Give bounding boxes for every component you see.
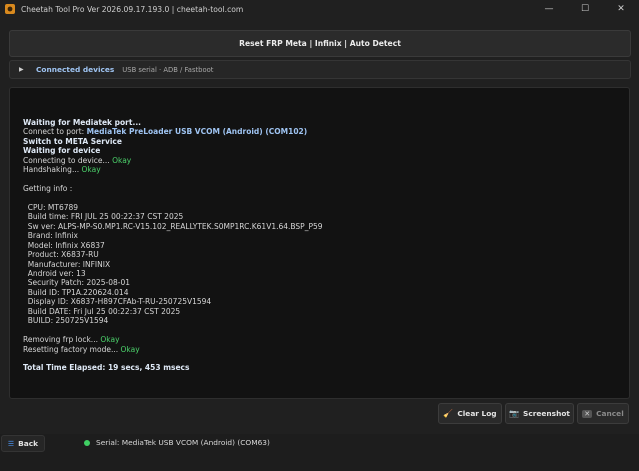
log-text: Android ver: 13 (23, 269, 86, 278)
log-line: Sw ver: ALPS-MP-S0.MP1.RC-V15.102_REALLY… (23, 222, 323, 231)
log-line: Build time: FRI JUL 25 00:22:37 CST 2025 (23, 212, 323, 221)
broom-icon: 🧹 (443, 409, 454, 418)
log-text: Sw ver: ALPS-MP-S0.MP1.RC-V15.102_REALLY… (23, 221, 323, 231)
clear-log-button[interactable]: 🧹 Clear Log (438, 403, 502, 424)
log-text: BUILD: 250725V1594 (23, 316, 109, 326)
log-line: Display ID: X6837-H897CFAb-T-RU-250725V1… (23, 297, 323, 306)
log-text: Product: X6837-RU (23, 250, 99, 260)
back-button[interactable]: ☰ Back (1, 435, 45, 452)
camera-icon: 📷 (509, 409, 520, 418)
log-status-okay: Okay (120, 344, 140, 354)
back-label: Back (18, 439, 39, 448)
close-button[interactable]: ✕ (603, 0, 639, 18)
status-text: Serial: MediaTek USB VCOM (Android) (COM… (96, 438, 270, 447)
log-output[interactable]: Waiting for Mediatek port... Connect to p… (9, 87, 630, 399)
screenshot-label: Screenshot (523, 409, 570, 418)
log-text: Connect to port: (23, 127, 87, 137)
log-status-okay: Okay (112, 155, 132, 165)
log-line: Switch to META Service (23, 137, 323, 146)
log-text: Security Patch: 2025-08-01 (23, 278, 131, 288)
log-line: Build DATE: Fri Jul 25 00:22:37 CST 2025 (23, 307, 323, 316)
log-line: Waiting for Mediatek port... (23, 118, 323, 127)
log-line: Model: Infinix X6837 (23, 241, 323, 250)
chevron-right-icon[interactable]: ▶ (19, 66, 27, 73)
title-bar: Cheetah Tool Pro Ver 2026.09.17.193.0 | … (0, 0, 639, 18)
log-text: Build time: FRI JUL 25 00:22:37 CST 2025 (23, 212, 184, 222)
log-text: Waiting for Mediatek port... (23, 118, 142, 127)
log-text: Brand: Infinix (23, 231, 78, 241)
log-text: Build DATE: Fri Jul 25 00:22:37 CST 2025 (23, 306, 181, 316)
log-status-okay: Okay (81, 165, 101, 175)
log-line: Android ver: 13 (23, 269, 323, 278)
clear-log-label: Clear Log (457, 409, 497, 418)
log-text: MediaTek PreLoader USB VCOM (Android) (C… (86, 127, 308, 137)
operation-title: Reset FRP Meta | Infinix | Auto Detect (239, 39, 401, 48)
log-line: Getting info : (23, 184, 323, 193)
log-line: CPU: MT6789 (23, 203, 323, 212)
log-line: Waiting for device (23, 146, 323, 155)
window-title: Cheetah Tool Pro Ver 2026.09.17.193.0 | … (21, 4, 244, 14)
log-line: Connect to port: MediaTek PreLoader USB … (23, 127, 323, 136)
screenshot-button[interactable]: 📷 Screenshot (505, 403, 574, 424)
log-line: Resetting factory mode... Okay (23, 345, 323, 354)
connection-status: Serial: MediaTek USB VCOM (Android) (COM… (84, 438, 270, 447)
log-text: Handshaking... (23, 165, 82, 175)
log-line: BUILD: 250725V1594 (23, 316, 323, 325)
log-text: Total Time Elapsed: 19 secs, 453 msecs (23, 363, 190, 373)
menu-icon: ☰ (7, 439, 15, 448)
status-dot-icon (84, 439, 90, 446)
log-text: Removing frp lock... (23, 335, 101, 345)
log-text: Build ID: TP1A.220624.014 (23, 287, 129, 297)
log-line: Connecting to device... Okay (23, 156, 323, 165)
connected-devices-panel[interactable]: ▶ Connected devices USB serial · ADB / F… (9, 60, 631, 79)
log-line: Manufacturer: INFINIX (23, 260, 323, 269)
log-text: Switch to META Service (23, 136, 122, 146)
log-line: Brand: Infinix (23, 231, 323, 240)
log-text: Display ID: X6837-H897CFAb-T-RU-250725V1… (23, 297, 212, 307)
log-text: Resetting factory mode... (23, 344, 121, 354)
close-box-icon: ✕ (582, 409, 593, 418)
log-text: CPU: MT6789 (23, 202, 79, 212)
cancel-button[interactable]: ✕ Cancel (577, 403, 629, 424)
log-line: Product: X6837-RU (23, 250, 323, 259)
connection-modes: USB serial · ADB / Fastboot (122, 65, 214, 74)
log-line: Security Patch: 2025-08-01 (23, 278, 323, 287)
log-text: Connecting to device... (23, 155, 113, 165)
cancel-label: Cancel (596, 409, 624, 418)
connected-devices-label: Connected devices (36, 65, 115, 74)
log-line: Removing frp lock... Okay (23, 335, 323, 344)
log-status-okay: Okay (100, 335, 120, 345)
log-text: Model: Infinix X6837 (23, 240, 105, 250)
log-line: Build ID: TP1A.220624.014 (23, 288, 323, 297)
minimize-button[interactable]: — (531, 0, 567, 18)
app-logo-icon (5, 4, 15, 14)
maximize-button[interactable]: ☐ (567, 0, 603, 18)
log-text: Getting info : (23, 184, 73, 194)
log-text: Manufacturer: INFINIX (23, 259, 111, 269)
log-lines: Waiting for Mediatek port... Connect to p… (23, 118, 323, 373)
log-text: Waiting for device (23, 146, 101, 156)
operation-header: Reset FRP Meta | Infinix | Auto Detect (9, 30, 631, 57)
log-line: Handshaking... Okay (23, 165, 323, 174)
log-line: Total Time Elapsed: 19 secs, 453 msecs (23, 363, 323, 372)
